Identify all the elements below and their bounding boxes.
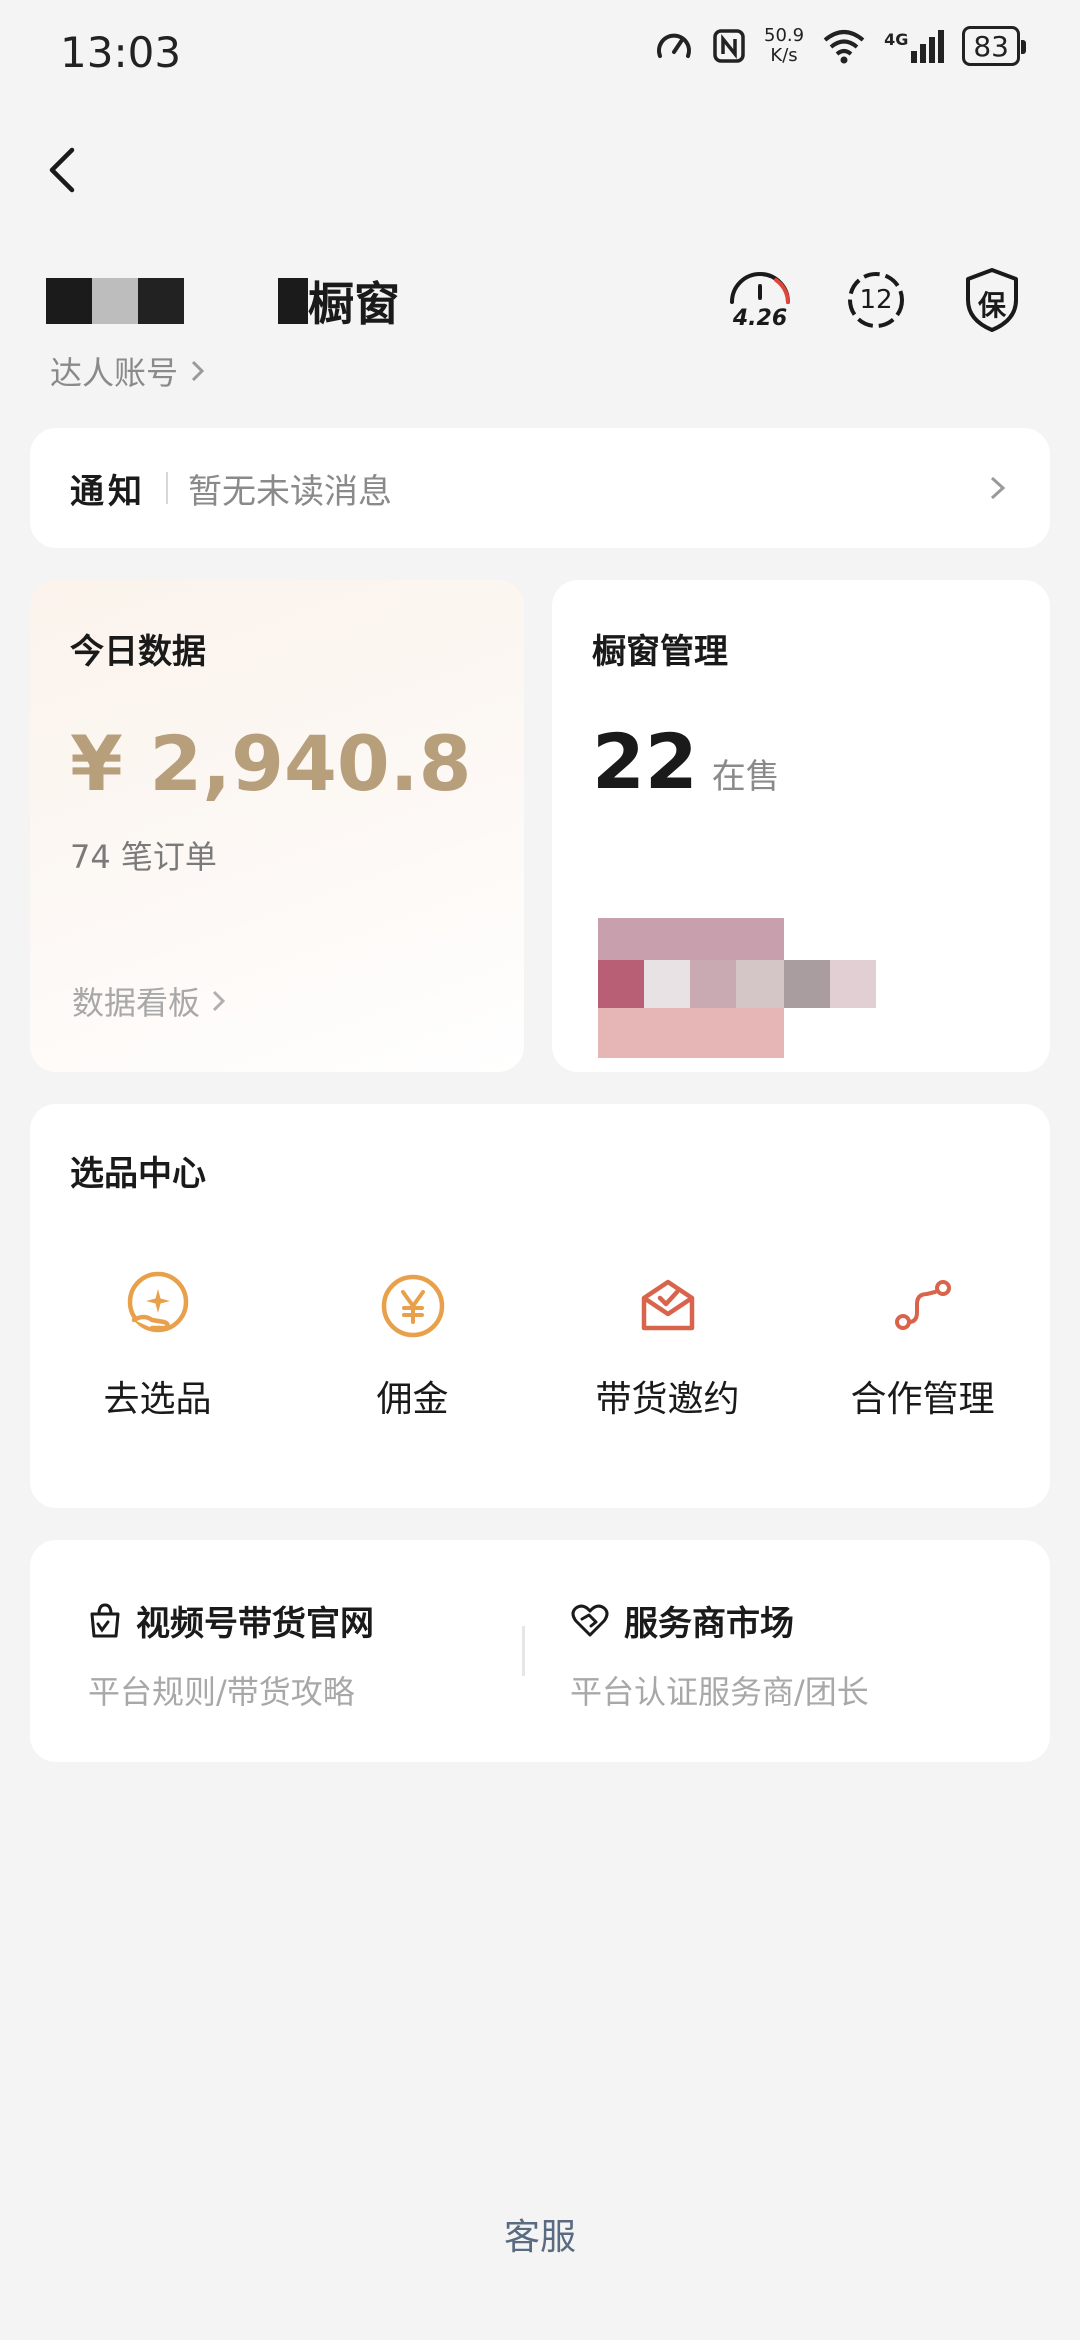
badge-count-button[interactable]: 12 [838,262,914,338]
sales-invitation-label: 带货邀约 [595,1379,740,1420]
cellular-signal-icon: 4G [884,29,945,63]
commission-label: 佣金 [376,1379,449,1420]
chevron-left-icon [49,147,75,193]
commission-button[interactable]: 佣金 [285,1268,540,1422]
official-site-title: 视频号带货官网 [136,1604,374,1644]
window-title: 橱窗管理 [592,632,728,672]
account-type-label: 达人账号 [50,354,179,392]
rating-value: 4.26 [732,306,788,331]
redacted-block [278,278,308,324]
official-site-subtitle: 平台规则/带货攻略 [88,1673,355,1711]
redacted-block [46,278,92,324]
notice-message: 暂无未读消息 [188,471,392,512]
select-product-icon [127,1271,188,1333]
notice-label: 通知 [70,471,146,512]
battery-level: 83 [973,29,1009,63]
cooperation-management-button[interactable]: 合作管理 [795,1268,1050,1422]
speedometer-icon [657,33,691,58]
heart-handshake-icon [571,1604,609,1636]
cooperation-management-label: 合作管理 [850,1379,995,1420]
notification-bar[interactable]: 通知 暂无未读消息 [30,428,1050,548]
divider [166,472,168,504]
on-sale-count: 22 在售 [592,717,1010,806]
service-market-subtitle: 平台认证服务商/团长 [570,1673,869,1711]
select-products-button[interactable]: 去选品 [30,1268,285,1422]
selection-center-title: 选品中心 [70,1154,206,1194]
status-icons: 50.9 K/s 4G 83 [654,26,1026,66]
data-dashboard-label: 数据看板 [72,984,201,1022]
customer-service-link[interactable]: 客服 [0,2208,1080,2260]
on-sale-number: 22 [592,717,698,806]
chevron-right-icon [212,990,226,1012]
wifi-icon [823,30,865,64]
status-bar: 13:03 50.9 K/s 4G 83 [0,0,1080,110]
cooperation-path-icon [894,1280,951,1330]
shop-title: 橱窗 [308,277,400,331]
badge-count: 12 [859,285,893,315]
today-title: 今日数据 [70,632,206,672]
net-speed: 50.9 K/s [764,26,804,66]
shield-label: 保 [977,289,1006,322]
divider [522,1626,525,1676]
battery-indicator: 83 [962,26,1026,66]
service-market-link[interactable]: 服务商市场 平台认证服务商/团长 [570,1596,869,1713]
net-speed-unit: K/s [770,45,798,66]
select-products-label: 去选品 [103,1379,212,1420]
network-type: 4G [884,29,909,49]
selection-center-card: 选品中心 去选品 佣金 带货邀约 合作管理 [30,1104,1050,1508]
official-site-link[interactable]: 视频号带货官网 平台规则/带货攻略 [88,1596,374,1713]
shop-title-row: 橱窗 [46,268,400,334]
selection-grid: 去选品 佣金 带货邀约 合作管理 [30,1268,1050,1422]
invitation-envelope-icon [641,1279,694,1331]
guarantee-shield-button[interactable]: 保 [954,262,1030,338]
data-dashboard-link[interactable]: 数据看板 [72,978,228,1024]
today-data-card[interactable]: 今日数据 ¥ 2,940.8 74 笔订单 数据看板 [30,580,524,1072]
links-card: 视频号带货官网 平台规则/带货攻略 服务商市场 平台认证服务商/团长 [30,1540,1050,1762]
redacted-block [138,278,184,324]
header-icons: 4.26 12 保 [722,262,1030,338]
back-button[interactable] [34,140,94,200]
net-speed-value: 50.9 [764,25,805,46]
shopping-bag-icon [90,1602,120,1637]
today-orders: 74 笔订单 [70,838,217,876]
sales-invitation-button[interactable]: 带货邀约 [540,1268,795,1422]
chevron-right-icon [990,476,1006,500]
account-type-link[interactable]: 达人账号 [50,348,208,394]
redacted-block [92,278,138,324]
service-market-title: 服务商市场 [624,1604,794,1644]
product-thumbnail-pixelated [598,918,878,1058]
chevron-right-icon [191,360,205,382]
nfc-icon [713,29,745,63]
window-management-card[interactable]: 橱窗管理 22 在售 [552,580,1050,1072]
rating-gauge-button[interactable]: 4.26 [722,262,798,338]
today-amount: ¥ 2,940.8 [70,719,472,808]
status-time: 13:03 [60,28,182,77]
yen-commission-icon [381,1274,444,1338]
on-sale-unit: 在售 [711,757,780,797]
